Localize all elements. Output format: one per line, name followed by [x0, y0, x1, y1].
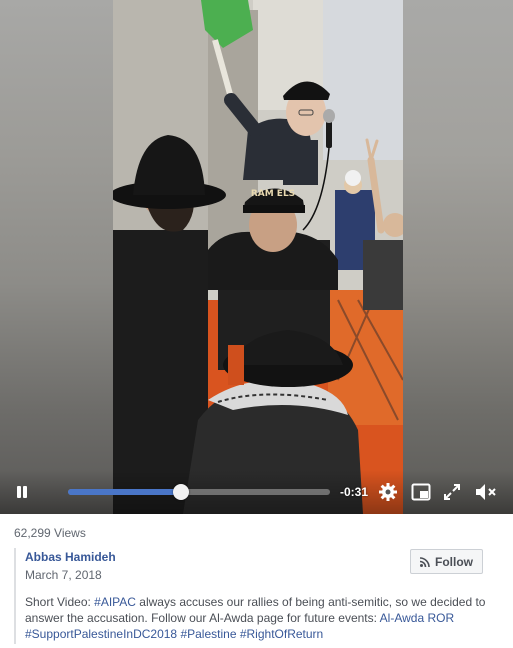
hashtag-right-of-return[interactable]: #RightOfReturn	[240, 627, 323, 641]
pause-icon[interactable]	[14, 484, 30, 500]
follow-button[interactable]: Follow	[410, 549, 483, 574]
video-blur-right	[403, 0, 513, 514]
expand-icon[interactable]	[443, 483, 461, 501]
rss-icon	[420, 556, 430, 567]
hashtag-support-palestine-dc[interactable]: #SupportPalestineInDC2018	[25, 627, 177, 641]
time-remaining: -0:31	[340, 485, 369, 499]
post-description: Short Video: #AIPAC always accuses our r…	[25, 594, 503, 642]
desc-prefix: Short Video:	[25, 595, 95, 609]
video-controls-bar: -0:31	[0, 470, 513, 514]
video-scene: RAM ELS	[113, 0, 403, 514]
progress-fill	[68, 489, 181, 495]
video-blur-left	[0, 0, 113, 514]
progress-handle[interactable]	[172, 484, 189, 500]
video-frame: RAM ELS	[113, 0, 403, 514]
page-link-al-awda[interactable]: Al-Awda ROR	[380, 611, 454, 625]
author-name-link[interactable]: Abbas Hamideh	[25, 550, 116, 564]
view-count: 62,299 Views	[14, 526, 86, 540]
progress-bar[interactable]	[68, 484, 330, 500]
hashtag-aipac[interactable]: #AIPAC	[94, 595, 136, 609]
muted-speaker-icon[interactable]	[474, 482, 498, 502]
pip-icon[interactable]	[411, 483, 431, 501]
hashtag-palestine[interactable]: #Palestine	[180, 627, 236, 641]
cap-text: RAM ELS	[251, 189, 295, 199]
video-player[interactable]: RAM ELS -0:31	[0, 0, 513, 514]
follow-label: Follow	[435, 554, 473, 569]
post-date[interactable]: March 7, 2018	[25, 568, 102, 582]
post-divider	[14, 548, 16, 644]
gear-icon[interactable]	[378, 482, 398, 502]
